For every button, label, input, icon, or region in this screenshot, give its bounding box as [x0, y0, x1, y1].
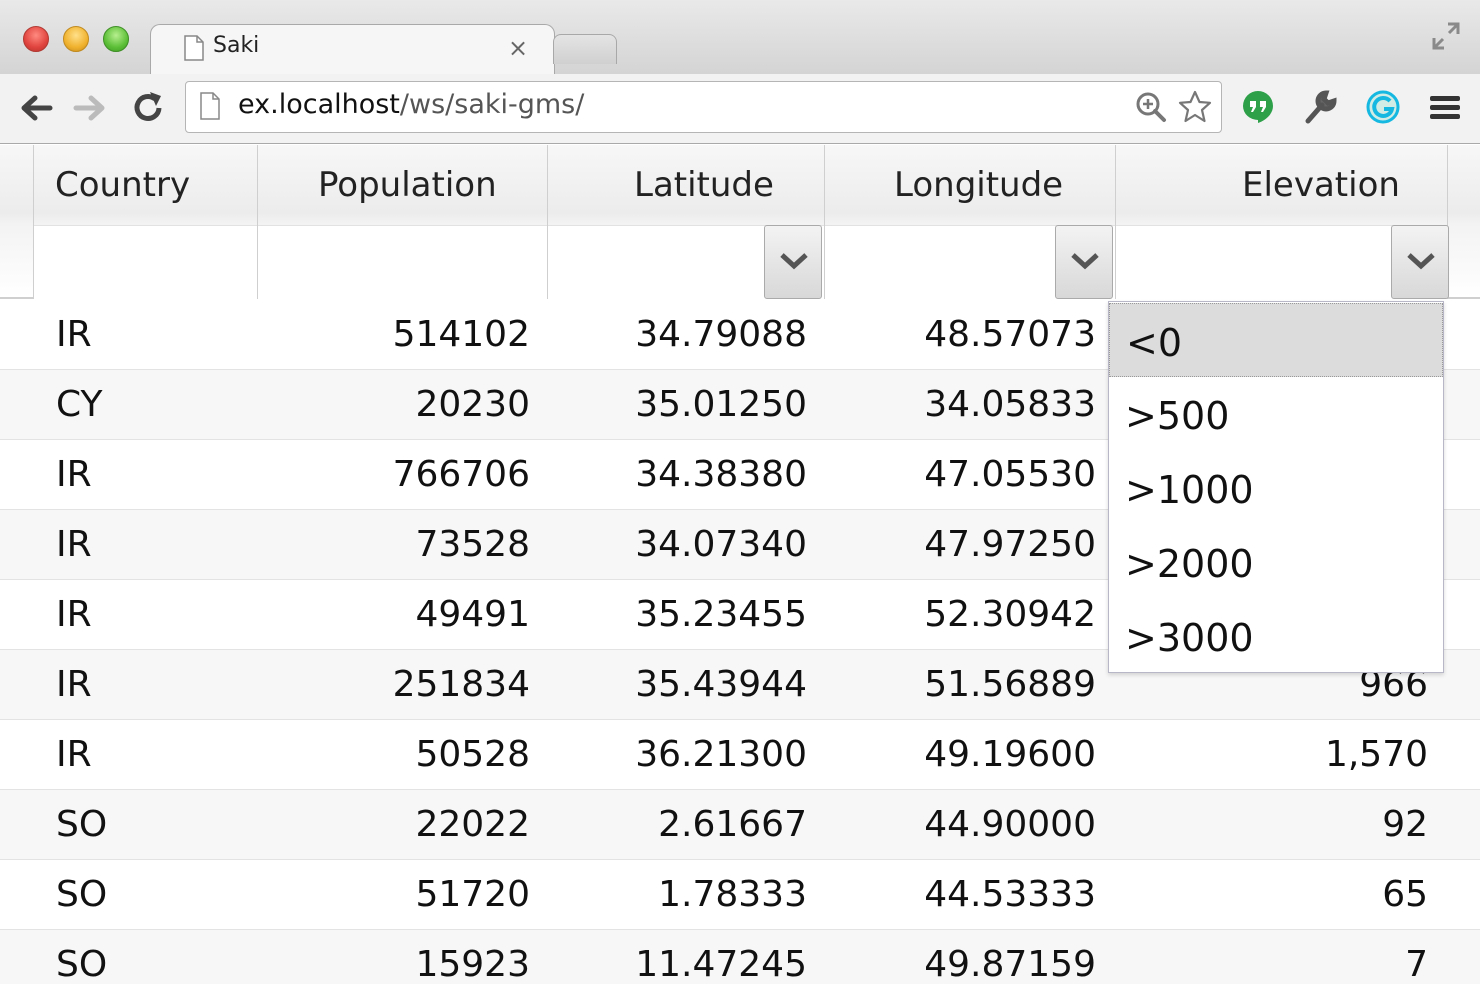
cell-country: SO — [56, 944, 108, 984]
table-row[interactable]: SO 22022 2.61667 44.90000 92 — [0, 790, 1480, 860]
cell-longitude: 44.53333 — [924, 874, 1096, 915]
cell-latitude: 35.23455 — [635, 594, 807, 635]
back-arrow-icon[interactable] — [16, 88, 56, 128]
cell-latitude: 35.01250 — [635, 384, 807, 425]
cell-population: 15923 — [415, 944, 530, 984]
cell-latitude: 34.07340 — [635, 524, 807, 565]
elevation-filter-popup: <0 >500 >1000 >2000 >3000 — [1108, 301, 1444, 673]
filter-option-gt1000[interactable]: >1000 — [1109, 451, 1443, 525]
forward-arrow-icon[interactable] — [70, 88, 110, 128]
filter-option-gt2000[interactable]: >2000 — [1109, 525, 1443, 599]
row-header-spacer — [0, 145, 34, 299]
cell-longitude: 48.57073 — [924, 314, 1096, 355]
close-window-button[interactable] — [23, 26, 49, 52]
cell-population: 22022 — [415, 804, 530, 845]
cell-latitude: 36.21300 — [635, 734, 807, 775]
cell-longitude: 51.56889 — [924, 664, 1096, 705]
country-filter-input[interactable] — [34, 225, 257, 299]
fullscreen-icon[interactable] — [1430, 20, 1462, 52]
cell-longitude: 34.05833 — [924, 384, 1096, 425]
column-header-country[interactable]: Country — [34, 145, 258, 299]
cell-longitude: 47.05530 — [924, 454, 1096, 495]
table-row[interactable]: SO 51720 1.78333 44.53333 65 — [0, 860, 1480, 930]
page-icon — [184, 35, 204, 61]
table-row[interactable]: IR 50528 36.21300 49.19600 1,570 — [0, 720, 1480, 790]
cell-population: 51720 — [415, 874, 530, 915]
grammarly-icon[interactable] — [1365, 89, 1401, 125]
latitude-filter-dropdown-button[interactable] — [764, 225, 822, 299]
cell-country: SO — [56, 874, 108, 915]
menu-icon[interactable] — [1427, 89, 1463, 125]
filter-option-lt0[interactable]: <0 — [1109, 303, 1443, 377]
longitude-filter-dropdown-button[interactable] — [1055, 225, 1113, 299]
chevron-down-icon — [1071, 253, 1099, 270]
table-row[interactable]: SO 15923 11.47245 49.87159 7 — [0, 930, 1480, 984]
filter-option-gt3000[interactable]: >3000 — [1109, 599, 1443, 673]
cell-population: 49491 — [415, 594, 530, 635]
cell-elevation: 65 — [1382, 874, 1428, 915]
zoom-window-button[interactable] — [103, 26, 129, 52]
cell-latitude: 1.78333 — [658, 874, 807, 915]
chevron-down-icon — [780, 253, 808, 270]
grid-header: Country Population Latitude Longitude El… — [0, 145, 1480, 299]
cell-latitude: 11.47245 — [635, 944, 807, 984]
minimize-window-button[interactable] — [63, 26, 89, 52]
cell-country: CY — [56, 384, 103, 425]
cell-population: 50528 — [415, 734, 530, 775]
tab-close-button[interactable]: × — [508, 34, 528, 62]
cell-population: 766706 — [392, 454, 530, 495]
tab-strip: Saki × — [0, 0, 1480, 76]
star-icon[interactable] — [1178, 90, 1212, 124]
cell-latitude: 35.43944 — [635, 664, 807, 705]
population-filter-input[interactable] — [258, 225, 547, 299]
cell-latitude: 2.61667 — [658, 804, 807, 845]
cell-longitude: 44.90000 — [924, 804, 1096, 845]
cell-latitude: 34.79088 — [635, 314, 807, 355]
page-icon — [200, 92, 220, 120]
cell-country: IR — [56, 594, 92, 635]
browser-tab[interactable] — [150, 24, 555, 76]
cell-country: SO — [56, 804, 108, 845]
new-tab-button[interactable] — [553, 34, 617, 64]
cell-country: IR — [56, 314, 92, 355]
cell-longitude: 49.19600 — [924, 734, 1096, 775]
column-label: Elevation — [1242, 165, 1400, 205]
zoom-icon[interactable] — [1134, 90, 1168, 124]
cell-population: 73528 — [415, 524, 530, 565]
column-label: Latitude — [634, 165, 774, 205]
cell-population: 20230 — [415, 384, 530, 425]
cell-country: IR — [56, 524, 92, 565]
url-path: /ws/saki-gms/ — [399, 89, 585, 120]
cell-longitude: 49.87159 — [924, 944, 1096, 984]
column-label: Population — [318, 165, 497, 205]
cell-country: IR — [56, 664, 92, 705]
reload-icon[interactable] — [128, 88, 168, 128]
column-header-population[interactable]: Population — [258, 145, 548, 299]
chevron-down-icon — [1407, 253, 1435, 270]
elevation-filter-dropdown-button[interactable] — [1391, 225, 1449, 299]
cell-elevation: 1,570 — [1324, 734, 1428, 775]
cell-elevation: 92 — [1382, 804, 1428, 845]
cell-country: IR — [56, 454, 92, 495]
url-host: ex.localhost — [238, 89, 400, 120]
filter-option-gt500[interactable]: >500 — [1109, 377, 1443, 451]
cell-country: IR — [56, 734, 92, 775]
hangouts-icon[interactable] — [1240, 89, 1276, 125]
cell-latitude: 34.38380 — [635, 454, 807, 495]
cell-population: 251834 — [392, 664, 530, 705]
column-label: Longitude — [894, 165, 1064, 205]
cell-longitude: 47.97250 — [924, 524, 1096, 565]
cell-elevation: 7 — [1405, 944, 1428, 984]
cell-longitude: 52.30942 — [924, 594, 1096, 635]
tab-title: Saki — [213, 33, 260, 58]
cell-population: 514102 — [392, 314, 530, 355]
url-text[interactable]: ex.localhost/ws/saki-gms/ — [238, 89, 584, 120]
column-label: Country — [55, 165, 191, 205]
wrench-icon[interactable] — [1302, 89, 1338, 125]
